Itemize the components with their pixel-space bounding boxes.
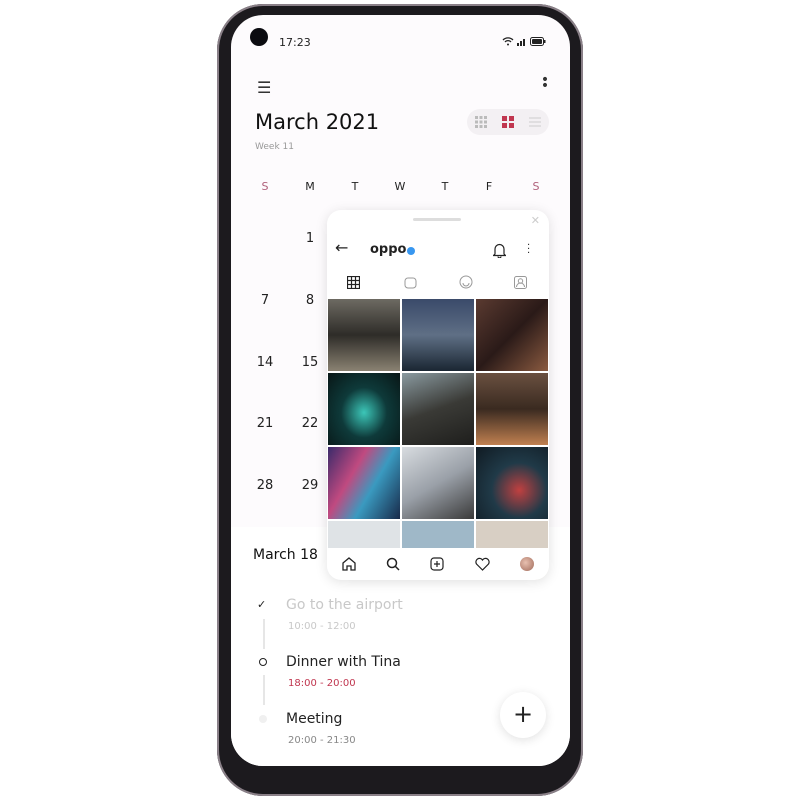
more-icon[interactable]: · · · xyxy=(527,241,531,259)
verified-badge-icon xyxy=(407,247,415,255)
menu-icon[interactable]: ☰ xyxy=(257,78,271,97)
account-name: oppo xyxy=(370,242,407,257)
task-title[interactable]: Dinner with Tina xyxy=(286,654,401,670)
photo-thumbnail[interactable] xyxy=(401,446,475,520)
signal-icon xyxy=(517,39,525,46)
photo-thumbnail[interactable] xyxy=(327,446,401,520)
screen: 17:23 ☰ • • March 2021 Week 11 S M T W T … xyxy=(231,15,570,766)
photo-thumbnail[interactable] xyxy=(401,298,475,372)
agenda-date: March 18 xyxy=(253,547,318,563)
task-time: 20:00 - 21:30 xyxy=(288,735,356,746)
timeline-line xyxy=(263,675,265,705)
photo-thumbnail[interactable] xyxy=(327,298,401,372)
date-cell[interactable]: 21 xyxy=(250,416,280,431)
weekday-fri: F xyxy=(485,180,493,193)
date-cell[interactable]: 22 xyxy=(295,416,325,431)
upcoming-task-dot-icon xyxy=(259,715,267,723)
bell-icon[interactable] xyxy=(493,243,506,258)
app-bottom-nav xyxy=(327,548,549,580)
add-event-button[interactable]: + xyxy=(500,692,546,738)
front-camera xyxy=(250,28,268,46)
weekday-sat: S xyxy=(532,180,540,193)
date-cell[interactable]: 15 xyxy=(295,355,325,370)
close-icon[interactable]: ✕ xyxy=(531,214,540,227)
photo-grid xyxy=(327,298,549,580)
task-time: 18:00 - 20:00 xyxy=(288,678,356,689)
weekday-tue: T xyxy=(351,180,359,193)
weekday-thu: T xyxy=(441,180,449,193)
status-time: 17:23 xyxy=(279,36,311,49)
task-title[interactable]: Go to the airport xyxy=(286,597,403,613)
view-switcher xyxy=(467,109,549,135)
photo-thumbnail[interactable] xyxy=(475,446,549,520)
home-icon[interactable] xyxy=(342,557,356,571)
date-cell[interactable]: 14 xyxy=(250,355,280,370)
wifi-icon xyxy=(502,37,514,46)
tagged-tab-icon[interactable] xyxy=(514,276,527,289)
photo-thumbnail[interactable] xyxy=(401,372,475,446)
photo-thumbnail[interactable] xyxy=(475,298,549,372)
page-title: March 2021 xyxy=(255,110,380,134)
drag-handle[interactable] xyxy=(413,218,461,221)
date-cell[interactable]: 28 xyxy=(250,478,280,493)
add-post-icon[interactable] xyxy=(430,557,445,571)
month-view-icon[interactable] xyxy=(501,116,514,128)
floating-window: ✕ ← oppo · · · xyxy=(327,210,549,580)
profile-avatar[interactable] xyxy=(519,557,534,571)
grid-tab-icon[interactable] xyxy=(347,276,360,289)
check-icon: ✓ xyxy=(257,598,267,611)
current-task-dot-icon xyxy=(259,658,267,666)
timeline-line xyxy=(263,619,265,649)
list-view-icon[interactable] xyxy=(529,116,542,128)
igtv-tab-icon[interactable] xyxy=(404,276,417,289)
week-label: Week 11 xyxy=(255,142,294,152)
date-cell[interactable]: 8 xyxy=(295,293,325,308)
date-cell[interactable]: 1 xyxy=(295,231,325,246)
weekday-wed: W xyxy=(394,180,406,193)
search-icon[interactable] xyxy=(386,557,400,571)
photo-thumbnail[interactable] xyxy=(475,372,549,446)
date-cell[interactable]: 7 xyxy=(250,293,280,308)
status-icons xyxy=(502,37,546,46)
weekday-sun: S xyxy=(261,180,269,193)
task-title[interactable]: Meeting xyxy=(286,711,342,727)
date-cell[interactable]: 29 xyxy=(295,478,325,493)
year-view-icon[interactable] xyxy=(474,116,487,128)
task-time: 10:00 - 12:00 xyxy=(288,621,356,632)
weekday-mon: M xyxy=(305,180,315,193)
battery-icon xyxy=(530,37,546,46)
photo-thumbnail[interactable] xyxy=(327,372,401,446)
effects-tab-icon[interactable] xyxy=(459,275,473,289)
back-arrow-icon[interactable]: ← xyxy=(335,238,348,257)
heart-icon[interactable] xyxy=(475,557,490,571)
more-options-icon[interactable]: • • xyxy=(540,73,550,93)
